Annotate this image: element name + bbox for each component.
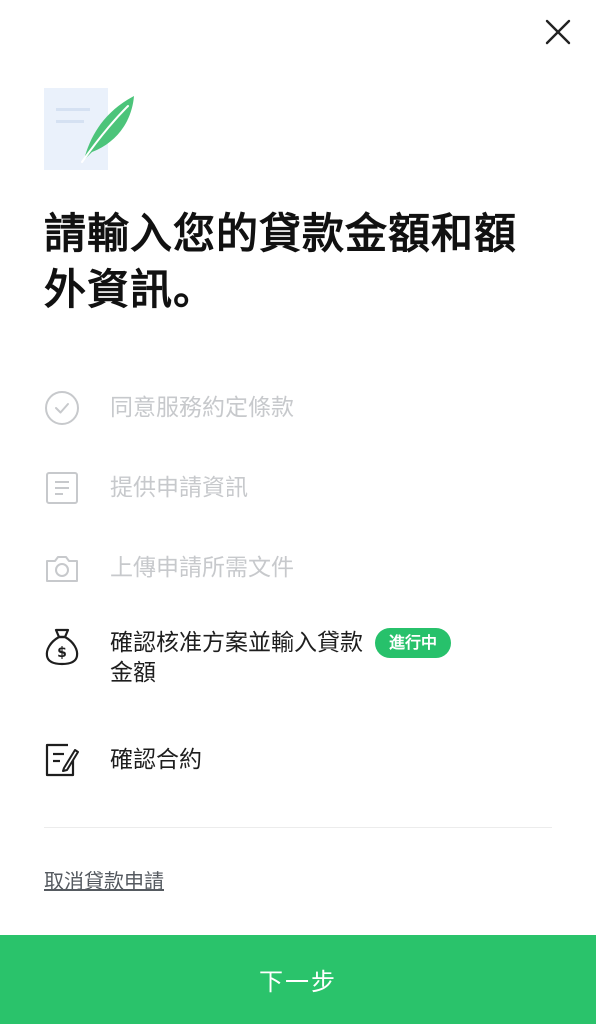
step-label-line-2: 金額 [110, 660, 156, 686]
step-label: 同意服務約定條款 [110, 395, 294, 421]
step-upload-documents: 上傳申請所需文件 [44, 550, 552, 586]
step-label: 上傳申請所需文件 [110, 555, 294, 581]
step-label-line-1: 確認核准方案並輸入貸款 [110, 630, 363, 656]
step-label: 確認核准方案並輸入貸款 進行中 金額 [110, 628, 452, 688]
page-title: 請輸入您的貸款金額和額外資訊。 [44, 209, 518, 314]
divider [44, 827, 552, 828]
step-confirm-contract: 確認合約 [44, 742, 552, 778]
document-icon [44, 470, 80, 506]
sign-contract-icon [44, 742, 80, 778]
step-agree-terms: 同意服務約定條款 [44, 390, 552, 426]
step-label: 提供申請資訊 [110, 475, 248, 501]
step-provide-info: 提供申請資訊 [44, 470, 552, 506]
step-confirm-plan: $ 確認核准方案並輸入貸款 進行中 金額 [44, 628, 552, 688]
loan-application-page: 請輸入您的貸款金額和額外資訊。 同意服務約定條款 提供申請資訊 上傳申請所需文件… [0, 0, 596, 1024]
close-button[interactable] [540, 14, 576, 50]
cancel-loan-application-link[interactable]: 取消貸款申請 [44, 866, 164, 896]
money-bag-icon: $ [44, 628, 80, 666]
status-badge: 進行中 [375, 628, 452, 658]
close-icon[interactable] [544, 18, 572, 46]
next-step-button[interactable]: 下一步 [0, 935, 596, 1024]
camera-icon [44, 550, 80, 586]
feather-document-icon [44, 88, 134, 170]
svg-text:$: $ [57, 645, 67, 661]
step-label: 確認合約 [110, 747, 202, 773]
check-circle-icon [44, 390, 80, 426]
